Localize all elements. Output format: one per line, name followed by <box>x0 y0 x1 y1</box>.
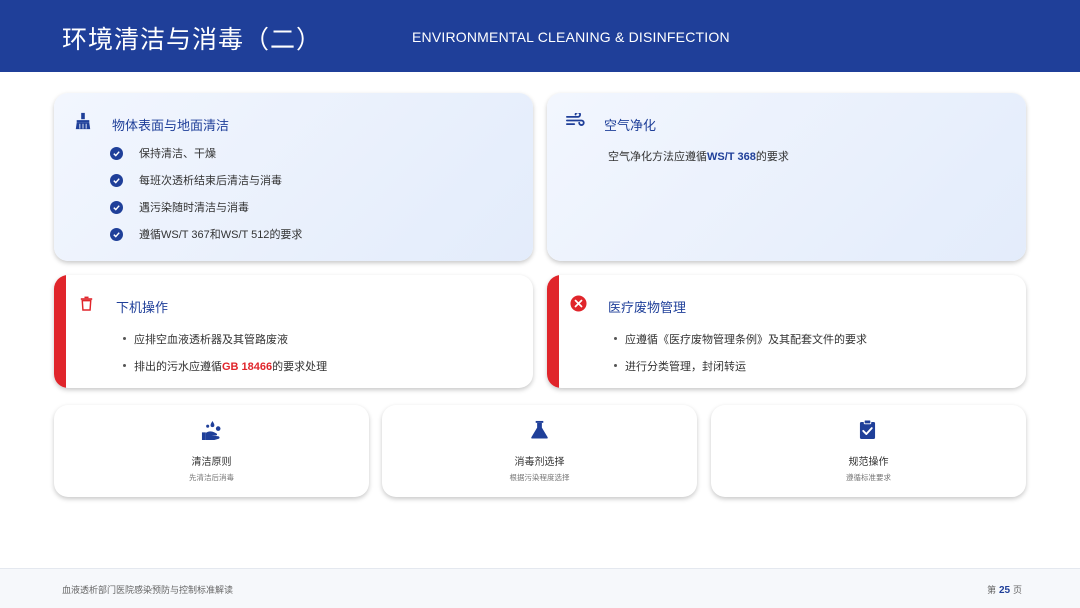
list-item: 应遵循《医疗废物管理条例》及其配套文件的要求 <box>614 331 867 347</box>
page-title: 环境清洁与消毒（二） <box>62 25 323 54</box>
header-bar: 环境清洁与消毒（二） ENVIRONMENTAL CLEANING & DISI… <box>0 0 1080 72</box>
shutdown-operation-card: 下机操作 应排空血液透析器及其管路废液 排出的污水应遵循GB 18466的要求处… <box>54 275 533 388</box>
check-circle-icon <box>110 200 123 214</box>
accent-bar <box>54 275 66 388</box>
flask-icon <box>531 420 548 439</box>
standard-operation-title: 规范操作 <box>848 457 889 468</box>
footer-bar: 血液透析部门医院感染预防与控制标准解读 第 25 页 <box>0 568 1080 608</box>
list-item: 保持清洁、干燥 <box>110 145 216 161</box>
medical-waste-title: 医疗废物管理 <box>608 301 687 316</box>
surface-cleaning-title: 物体表面与地面清洁 <box>112 119 230 134</box>
standard-operation-subtitle: 遵循标准要求 <box>846 473 891 482</box>
hand-wash-icon <box>201 420 221 441</box>
shutdown-operation-title: 下机操作 <box>116 301 169 316</box>
list-item: 排出的污水应遵循GB 18466的要求处理 <box>123 358 327 374</box>
list-item: 进行分类管理，封闭转运 <box>614 358 746 374</box>
wind-icon <box>566 113 585 126</box>
footer-caption: 血液透析部门医院感染预防与控制标准解读 <box>62 586 234 596</box>
broom-icon <box>75 112 91 130</box>
check-circle-icon <box>110 227 123 241</box>
list-item-text: 遵循WS/T 367和WS/T 512的要求 <box>139 228 303 241</box>
disinfectant-choice-card: 消毒剂选择 根据污染程度选择 <box>382 405 697 497</box>
list-item-text: 保持清洁、干燥 <box>139 147 216 160</box>
list-item-text: 每班次透析结束后清洁与消毒 <box>139 174 282 187</box>
air-purification-card: 空气净化 空气净化方法应遵循WS/T 368的要求 <box>547 93 1026 261</box>
clipboard-check-icon <box>859 419 876 439</box>
trash-icon <box>80 296 93 311</box>
list-item: 遇污染随时清洁与消毒 <box>110 199 249 215</box>
cleaning-principle-subtitle: 先清洁后消毒 <box>189 473 234 482</box>
list-item: 每班次透析结束后清洁与消毒 <box>110 172 282 188</box>
page-number: 第 25 页 <box>987 585 1022 596</box>
list-item: 应排空血液透析器及其管路废液 <box>123 331 288 347</box>
air-purification-text: 空气净化方法应遵循WS/T 368的要求 <box>608 150 789 163</box>
list-item: 遵循WS/T 367和WS/T 512的要求 <box>110 226 302 242</box>
surface-cleaning-card: 物体表面与地面清洁 保持清洁、干燥 每班次透析结束后清洁与消毒 遇污染随时清洁与… <box>54 93 533 261</box>
check-circle-icon <box>110 146 123 160</box>
disinfectant-choice-title: 消毒剂选择 <box>514 457 565 468</box>
medical-waste-card: 医疗废物管理 应遵循《医疗废物管理条例》及其配套文件的要求 进行分类管理，封闭转… <box>547 275 1026 388</box>
cleaning-principle-card: 清洁原则 先清洁后消毒 <box>54 405 369 497</box>
check-circle-icon <box>110 173 123 187</box>
cleaning-principle-title: 清洁原则 <box>191 457 232 468</box>
close-circle-icon <box>570 295 587 312</box>
air-purification-title: 空气净化 <box>604 119 657 134</box>
list-item-text: 遇污染随时清洁与消毒 <box>139 201 249 214</box>
accent-bar <box>547 275 559 388</box>
disinfectant-choice-subtitle: 根据污染程度选择 <box>509 473 570 482</box>
page-subtitle: ENVIRONMENTAL CLEANING & DISINFECTION <box>412 29 730 45</box>
standard-operation-card: 规范操作 遵循标准要求 <box>711 405 1026 497</box>
